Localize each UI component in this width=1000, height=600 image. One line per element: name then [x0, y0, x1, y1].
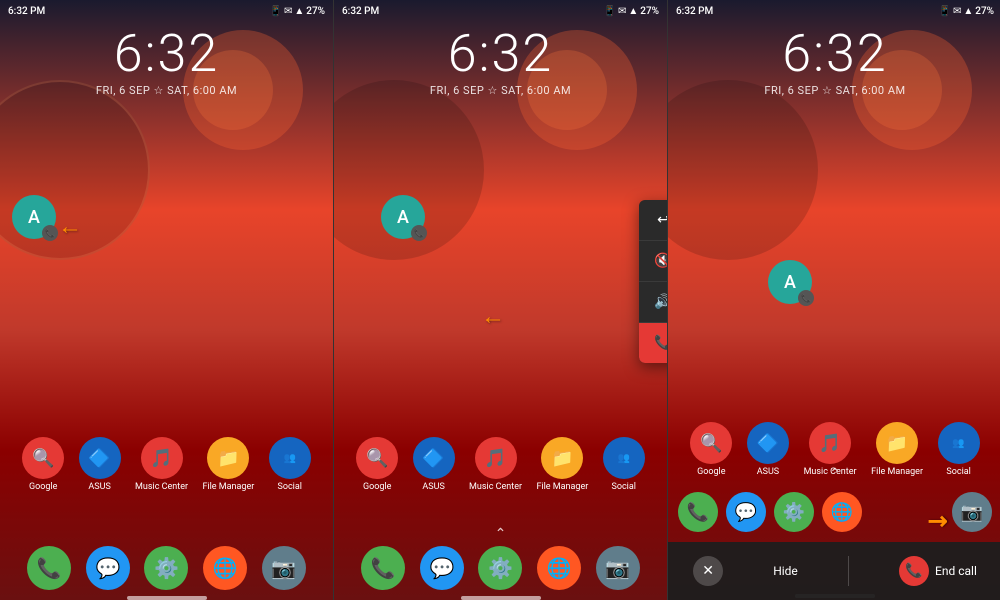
bottom-dock-2: 📞 💬 ⚙️ 🌐 📷: [334, 546, 667, 590]
dock-camera-1[interactable]: 📷: [262, 546, 306, 590]
app-files-1[interactable]: 📁 File Manager: [202, 437, 254, 492]
clock-date-3: FRI, 6 SEP ☆ SAT, 6:00 AM: [668, 84, 1000, 97]
dock-phone-3[interactable]: 📞: [678, 492, 718, 532]
clock-time-2: 6:32: [334, 28, 667, 80]
dock-sms-1[interactable]: 💬: [86, 546, 130, 590]
app-asus-2[interactable]: 🔷 ASUS: [413, 437, 455, 492]
status-time-2: 6:32 PM: [342, 6, 379, 17]
arrow-1: ←: [58, 208, 82, 241]
clock-1: 6:32 FRI, 6 SEP ☆ SAT, 6:00 AM: [0, 28, 333, 97]
screen-1: 6:32 PM 📱 ✉ ▲ 27% 6:32 FRI, 6 SEP ☆ SAT,…: [0, 0, 333, 600]
status-bar-2: 6:32 PM 📱 ✉ ▲ 27%: [334, 0, 667, 22]
bar-divider: [848, 556, 849, 586]
app-music-1[interactable]: 🎵 Music Center: [135, 437, 188, 492]
chevron-up-3: ⌃: [829, 466, 841, 482]
caller-badge-3: 📞: [798, 290, 814, 306]
dock-camera-2[interactable]: 📷: [596, 546, 640, 590]
divider-1: [333, 0, 334, 600]
dock-settings-2[interactable]: ⚙️: [478, 546, 522, 590]
close-icon: ✕: [693, 556, 723, 586]
bottom-dock-1: 📞 💬 ⚙️ 🌐 📷: [0, 546, 333, 590]
caller-badge-1: 📞: [42, 225, 58, 241]
status-icons-2: 📱 ✉ ▲ 27%: [604, 6, 659, 17]
status-icons-3: 📱 ✉ ▲ 27%: [939, 6, 994, 17]
dock-settings-1[interactable]: ⚙️: [144, 546, 188, 590]
close-bar-button[interactable]: ✕: [693, 556, 723, 586]
status-time-3: 6:32 PM: [676, 6, 713, 17]
nav-bar-1: [127, 596, 207, 600]
dock-sms-2[interactable]: 💬: [420, 546, 464, 590]
dock-chrome-3[interactable]: 🌐: [822, 492, 862, 532]
status-bar-1: 6:32 PM 📱 ✉ ▲ 27%: [0, 0, 333, 22]
back-icon: ↩: [653, 212, 667, 228]
chevron-up-2: ⌃: [495, 526, 507, 542]
screen-3: 6:32 PM 📱 ✉ ▲ 27% 6:32 FRI, 6 SEP ☆ SAT,…: [668, 0, 1000, 600]
menu-end-call[interactable]: 📞 End call: [639, 323, 667, 363]
app-files-2[interactable]: 📁 File Manager: [536, 437, 588, 492]
clock-time-1: 6:32: [0, 28, 333, 80]
hide-label: Hide: [773, 564, 798, 578]
caller-bubble-1[interactable]: A 📞: [12, 195, 56, 239]
status-time-1: 6:32 PM: [8, 6, 45, 17]
caller-initial-3: A: [784, 272, 796, 293]
app-social-1[interactable]: 👥 Social: [269, 437, 311, 492]
dock-phone-1[interactable]: 📞: [27, 546, 71, 590]
app-social-2[interactable]: 👥 Social: [603, 437, 645, 492]
caller-bubble-3[interactable]: A 📞: [768, 260, 812, 304]
app-google-3[interactable]: 🔍 Google: [690, 422, 732, 477]
dock-settings-3[interactable]: ⚙️: [774, 492, 814, 532]
arrow-2: ←: [481, 298, 505, 331]
caller-bubble-2[interactable]: A 📞: [381, 195, 425, 239]
app-music-2[interactable]: 🎵 Music Center: [469, 437, 522, 492]
clock-2: 6:32 FRI, 6 SEP ☆ SAT, 6:00 AM: [334, 28, 667, 97]
dock-chrome-2[interactable]: 🌐: [537, 546, 581, 590]
bottom-call-bar: 📞 💬 ⚙️ 🌐 📷 ✕ Hide 📞 End call: [668, 542, 1000, 600]
status-bar-3: 6:32 PM 📱 ✉ ▲ 27%: [668, 0, 1000, 22]
menu-mute[interactable]: 🔇 Mute: [639, 241, 667, 282]
divider-2: [667, 0, 668, 600]
end-call-button[interactable]: 📞 End call: [899, 556, 977, 586]
end-call-icon: 📞: [653, 335, 667, 351]
app-files-3[interactable]: 📁 File Manager: [871, 422, 923, 477]
nav-bar-2: [461, 596, 541, 600]
clock-3: 6:32 FRI, 6 SEP ☆ SAT, 6:00 AM: [668, 28, 1000, 97]
caller-initial-2: A: [397, 207, 409, 228]
caller-badge-2: 📞: [411, 225, 427, 241]
clock-date-2: FRI, 6 SEP ☆ SAT, 6:00 AM: [334, 84, 667, 97]
app-asus-1[interactable]: 🔷 ASUS: [79, 437, 121, 492]
planet-3: [668, 80, 818, 260]
app-row-1: 🔍 Google 🔷 ASUS 🎵 Music Center 📁 File Ma…: [0, 437, 333, 492]
screen-2: 6:32 PM 📱 ✉ ▲ 27% 6:32 FRI, 6 SEP ☆ SAT,…: [334, 0, 667, 600]
dock-phone-2[interactable]: 📞: [361, 546, 405, 590]
app-google-2[interactable]: 🔍 Google: [356, 437, 398, 492]
dock-chrome-1[interactable]: 🌐: [203, 546, 247, 590]
context-menu: ↩ Back to call 🔇 Mute 🔊 Speaker 📞 End ca…: [639, 200, 667, 363]
dock-sms-3[interactable]: 💬: [726, 492, 766, 532]
end-call-bar-label: End call: [935, 564, 977, 578]
clock-time-3: 6:32: [668, 28, 1000, 80]
hide-button[interactable]: Hide: [773, 564, 798, 578]
menu-speaker[interactable]: 🔊 Speaker: [639, 282, 667, 323]
caller-initial-1: A: [28, 207, 40, 228]
mute-icon: 🔇: [653, 253, 667, 269]
menu-back-to-call[interactable]: ↩ Back to call: [639, 200, 667, 241]
speaker-icon: 🔊: [653, 294, 667, 310]
end-call-phone-icon: 📞: [899, 556, 929, 586]
app-social-3[interactable]: 👥 Social: [938, 422, 980, 477]
clock-date-1: FRI, 6 SEP ☆ SAT, 6:00 AM: [0, 84, 333, 97]
app-asus-3[interactable]: 🔷 ASUS: [747, 422, 789, 477]
dock-camera-3[interactable]: 📷: [952, 492, 992, 532]
app-google-1[interactable]: 🔍 Google: [22, 437, 64, 492]
status-icons-1: 📱 ✉ ▲ 27%: [270, 6, 325, 17]
app-row-2: 🔍 Google 🔷 ASUS 🎵 Music Center 📁 File Ma…: [334, 437, 667, 492]
